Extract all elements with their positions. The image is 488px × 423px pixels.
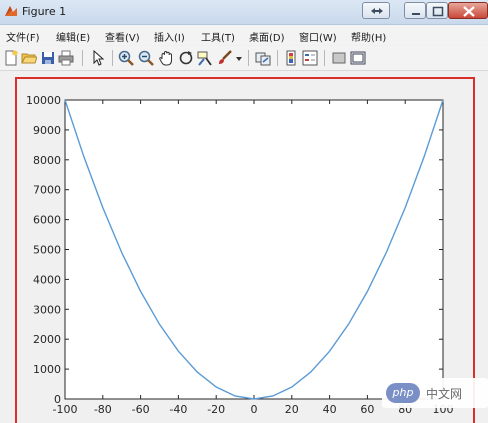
watermark: php 中文网 (382, 378, 488, 408)
watermark-text: 中文网 (426, 387, 463, 401)
highlight-frame (15, 77, 475, 423)
watermark-logo: php (386, 383, 420, 403)
